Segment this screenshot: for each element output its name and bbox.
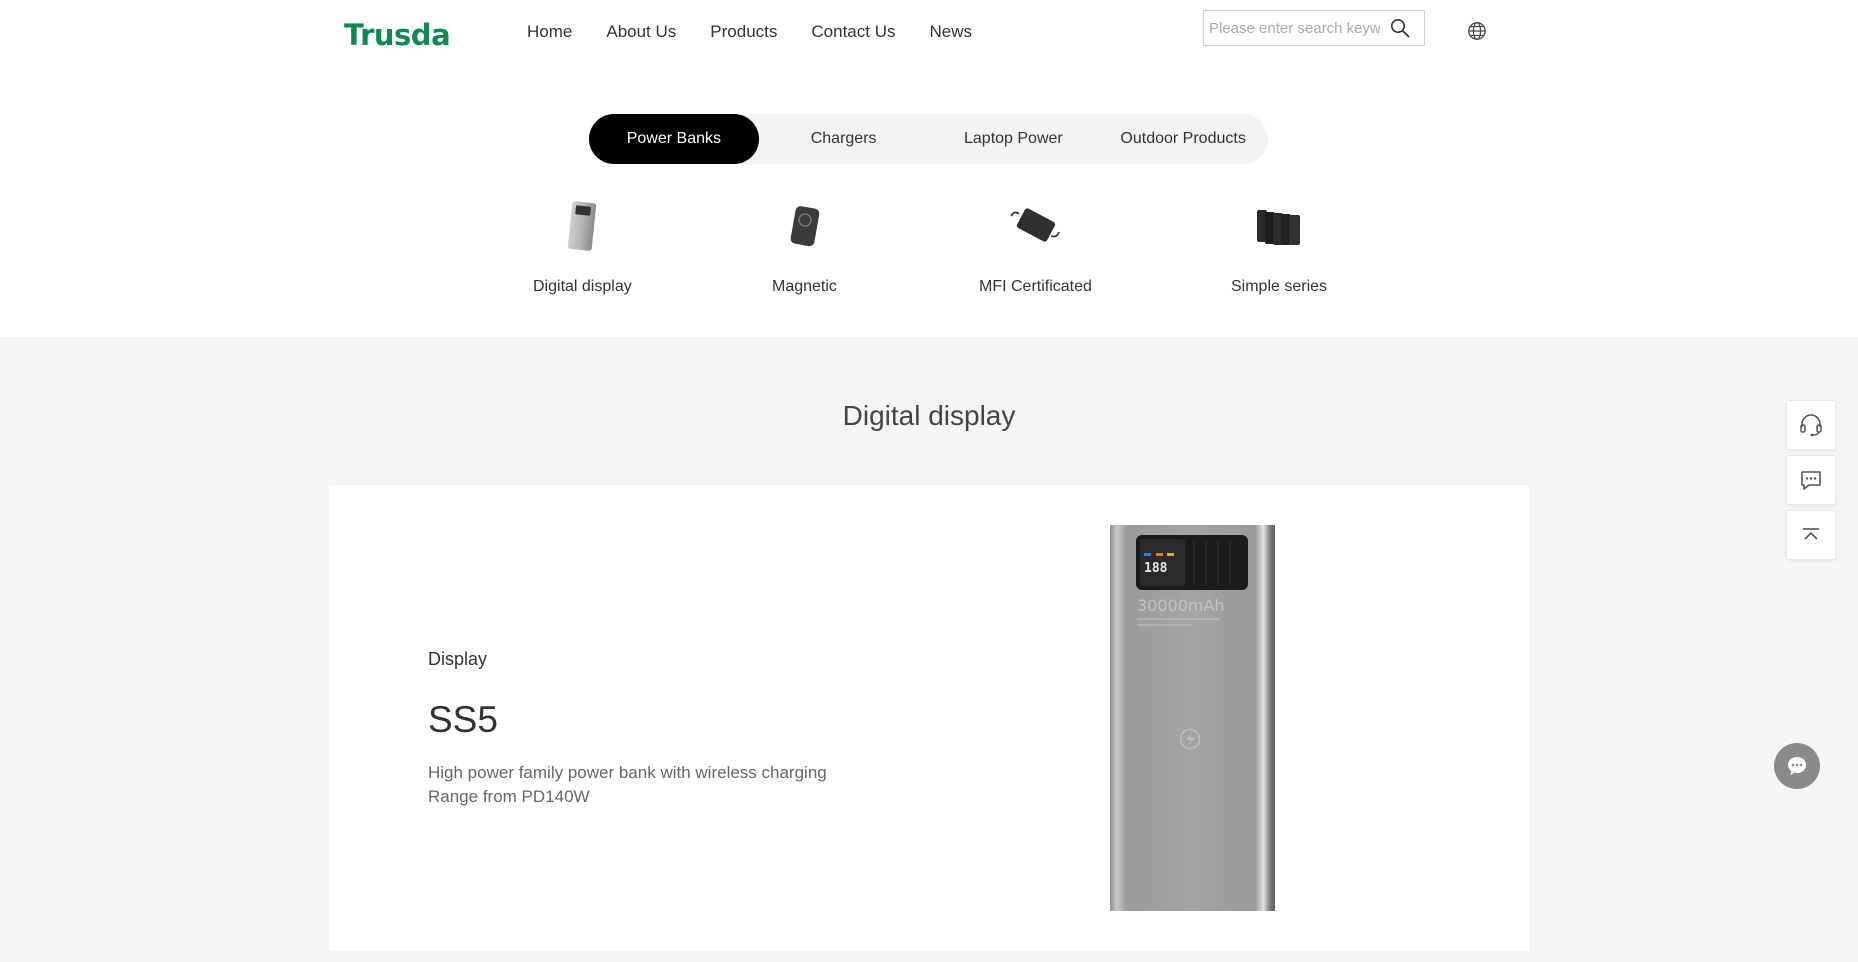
headset-icon[interactable]	[1786, 400, 1836, 450]
search-input[interactable]	[1204, 11, 1380, 45]
nav-news[interactable]: News	[929, 22, 972, 42]
nav-about-us[interactable]: About Us	[606, 22, 676, 42]
search-box	[1203, 10, 1425, 46]
product-description: High power family power bank with wirele…	[428, 761, 827, 809]
simple-series-thumbnail	[1249, 196, 1309, 256]
nav-products[interactable]: Products	[710, 22, 777, 42]
logo[interactable]: Trusda	[344, 18, 451, 52]
subcategory-label: Simple series	[1231, 278, 1328, 295]
product-description-line: High power family power bank with wirele…	[428, 763, 827, 782]
subcategory-simple-series[interactable]: Simple series	[1231, 196, 1327, 296]
tab-laptop-power[interactable]: Laptop Power	[929, 114, 1099, 164]
product-description-line: Range from PD140W	[428, 787, 590, 806]
nav-home[interactable]: Home	[527, 22, 572, 42]
product-model[interactable]: SS5	[428, 699, 498, 741]
subcategory-mfi-certificated[interactable]: MFI Certificated	[979, 196, 1092, 296]
magnetic-thumbnail	[774, 196, 834, 256]
mfi-certificated-thumbnail	[1005, 196, 1065, 256]
subcategory-label: MFI Certificated	[979, 278, 1092, 295]
main-nav: Home About Us Products Contact Us News	[527, 22, 972, 42]
chat-bubble-icon[interactable]	[1774, 743, 1820, 789]
subcategory-magnetic[interactable]: Magnetic	[772, 196, 837, 296]
section-title: Digital display	[842, 400, 1016, 431]
tab-power-banks[interactable]: Power Banks	[589, 114, 759, 164]
capacity-text: 30000mAh	[1137, 596, 1225, 615]
subcategory-label: Digital display	[533, 278, 632, 295]
globe-icon[interactable]	[1467, 21, 1487, 41]
subcategory-digital-display[interactable]: Digital display	[533, 196, 632, 296]
product-card[interactable]: Display SS5 High power family power bank…	[329, 485, 1529, 951]
category-tabs: Power Banks Chargers Laptop Power Outdoo…	[589, 114, 1268, 164]
floating-toolbar	[1786, 400, 1838, 565]
site-header: Trusda Home About Us Products Contact Us…	[0, 0, 1858, 64]
search-icon[interactable]	[1380, 11, 1420, 45]
nav-contact-us[interactable]: Contact Us	[811, 22, 895, 42]
message-icon[interactable]	[1786, 455, 1836, 505]
display-digits: 188	[1144, 561, 1168, 576]
product-image[interactable]: 188 30000mAh	[1110, 525, 1275, 911]
tab-outdoor-products[interactable]: Outdoor Products	[1098, 114, 1268, 164]
tab-chargers[interactable]: Chargers	[759, 114, 929, 164]
product-category: Display	[428, 649, 488, 669]
back-to-top-icon[interactable]	[1786, 510, 1836, 560]
subcategory-label: Magnetic	[772, 278, 837, 295]
digital-display-thumbnail	[552, 196, 612, 256]
